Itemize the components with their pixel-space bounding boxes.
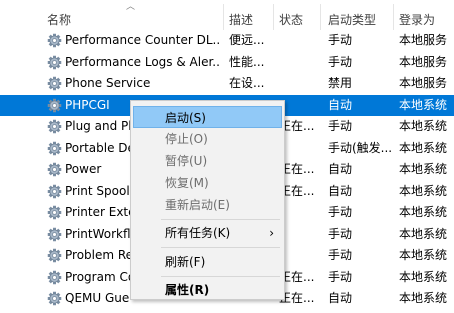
service-logon-as: 本地服务 (399, 76, 448, 90)
menu-item-label: 所有任务(K) (165, 226, 231, 240)
submenu-arrow-icon: › (269, 226, 274, 240)
service-startup-type: 手动 (328, 205, 353, 219)
column-header-bar: ︿ 名称 描述 状态 启动类型 登录为 (0, 0, 454, 30)
service-logon-as: 本地系统 (399, 162, 448, 176)
service-name: Phone Service (65, 76, 151, 90)
service-logon-as: 本地系统 (399, 119, 448, 133)
service-status: 正在... (279, 183, 315, 198)
menu-item-pause[interactable]: 暂停(U) (133, 150, 282, 172)
column-header-description[interactable]: 描述 (229, 11, 253, 28)
gear-icon (47, 270, 62, 285)
service-status: 正在... (279, 119, 315, 133)
service-logon-as: 本地系统 (399, 183, 448, 198)
service-name: Performance Counter DL... (65, 33, 219, 47)
gear-icon (47, 98, 62, 113)
column-divider[interactable] (320, 4, 321, 30)
menu-item-label: 恢复(M) (165, 176, 209, 190)
menu-separator (161, 247, 280, 248)
menu-separator (161, 276, 280, 277)
gear-icon (47, 76, 62, 91)
gear-icon (47, 141, 62, 156)
service-logon-as: 本地系统 (399, 140, 448, 155)
column-header-status[interactable]: 状态 (279, 11, 303, 28)
menu-item-start[interactable]: 启动(S) (133, 106, 282, 128)
context-menu: 启动(S) 停止(O) 暂停(U) 恢复(M) 重新启动(E) 所有任务(K) ›… (130, 100, 285, 300)
gear-icon (47, 55, 62, 70)
gear-icon (47, 205, 62, 220)
service-row[interactable]: Phone Service 在设... 禁用 本地服务 (0, 73, 454, 94)
service-startup-type: 自动 (328, 183, 353, 198)
menu-item-label: 启动(S) (165, 111, 206, 125)
menu-item-label: 重新启动(E) (165, 198, 230, 212)
gear-icon (47, 291, 62, 306)
service-startup-type: 手动 (328, 269, 353, 284)
service-logon-as: 本地服务 (399, 54, 448, 69)
service-startup-type: 自动 (328, 97, 353, 112)
column-divider[interactable] (273, 4, 274, 30)
service-row[interactable]: Performance Counter DL... 便远... 手动 本地服务 (0, 30, 454, 51)
menu-separator (161, 219, 280, 220)
service-logon-as: 本地系统 (399, 291, 448, 305)
service-startup-type: 手动(触发... (328, 140, 393, 155)
menu-item-all-tasks[interactable]: 所有任务(K) › (133, 222, 282, 244)
column-header-logon-as[interactable]: 登录为 (399, 11, 435, 28)
service-logon-as: 本地系统 (399, 269, 448, 284)
service-startup-type: 禁用 (328, 76, 353, 90)
menu-item-label: 停止(O) (165, 132, 208, 146)
gear-icon (47, 248, 62, 263)
gear-icon (47, 33, 62, 48)
column-header-startup-type[interactable]: 启动类型 (328, 11, 376, 28)
menu-item-label: 刷新(F) (165, 255, 206, 269)
service-startup-type: 手动 (328, 119, 353, 133)
gear-icon (47, 162, 62, 177)
service-startup-type: 手动 (328, 33, 353, 47)
service-startup-type: 自动 (328, 291, 353, 305)
service-status: 正在... (279, 291, 315, 305)
gear-icon (47, 184, 62, 199)
column-divider[interactable] (393, 4, 394, 30)
column-divider[interactable] (223, 4, 224, 30)
service-status: 正在... (279, 269, 315, 284)
service-logon-as: 本地服务 (399, 33, 448, 47)
service-logon-as: 本地系统 (399, 248, 448, 262)
service-startup-type: 手动 (328, 226, 353, 241)
service-status: 正在... (279, 162, 315, 176)
column-header-name[interactable]: 名称 (47, 11, 71, 28)
service-description: 性能... (229, 54, 265, 69)
menu-item-restart[interactable]: 重新启动(E) (133, 194, 282, 216)
service-startup-type: 自动 (328, 162, 353, 176)
sort-ascending-icon: ︿ (126, 2, 136, 12)
menu-item-resume[interactable]: 恢复(M) (133, 172, 282, 194)
service-description: 便远... (229, 33, 265, 47)
service-startup-type: 手动 (328, 248, 353, 262)
service-logon-as: 本地系统 (399, 205, 448, 219)
service-row[interactable]: Performance Logs & Aler... 性能... 手动 本地服务 (0, 52, 454, 73)
service-startup-type: 手动 (328, 54, 353, 69)
gear-icon (47, 227, 62, 242)
menu-item-stop[interactable]: 停止(O) (133, 128, 282, 150)
service-logon-as: 本地系统 (399, 97, 448, 112)
gear-icon (47, 119, 62, 134)
menu-item-label: 暂停(U) (165, 154, 208, 168)
service-name: Performance Logs & Aler... (65, 54, 219, 69)
service-description: 在设... (229, 76, 265, 90)
menu-item-refresh[interactable]: 刷新(F) (133, 251, 282, 273)
service-logon-as: 本地系统 (399, 226, 448, 241)
